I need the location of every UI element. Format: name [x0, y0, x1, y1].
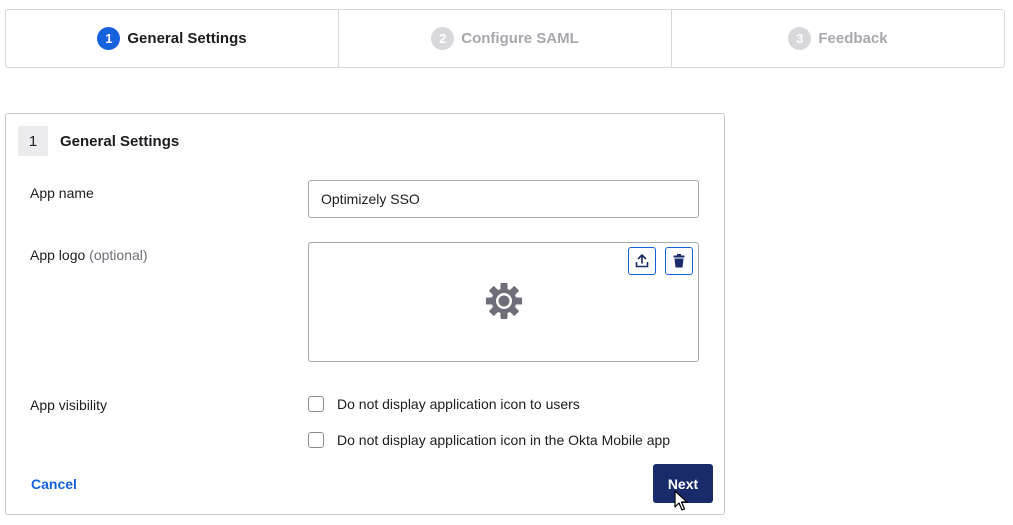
hide-icon-mobile-option[interactable]: Do not display application icon in the O…	[308, 432, 670, 448]
gear-icon	[486, 283, 522, 319]
card-header: 1 General Settings	[18, 126, 179, 156]
card-step-number: 1	[18, 126, 48, 156]
mouse-cursor-icon	[674, 490, 688, 511]
step-configure-saml[interactable]: 2 Configure SAML	[339, 10, 672, 67]
app-logo-dropzone[interactable]	[308, 242, 699, 362]
general-settings-card: 1 General Settings App name App logo (op…	[5, 113, 725, 515]
app-visibility-label: App visibility	[30, 397, 108, 413]
step-label: General Settings	[127, 30, 247, 47]
trash-icon	[673, 254, 685, 268]
step-label: Feedback	[818, 30, 888, 47]
cancel-button[interactable]: Cancel	[31, 476, 77, 492]
upload-icon	[635, 254, 649, 268]
step-number: 1	[97, 27, 121, 50]
hide-icon-users-label[interactable]: Do not display application icon to users	[337, 396, 580, 412]
hide-icon-mobile-label[interactable]: Do not display application icon in the O…	[337, 432, 670, 448]
hide-icon-mobile-checkbox[interactable]	[308, 432, 324, 448]
step-label: Configure SAML	[461, 30, 579, 47]
step-number: 3	[788, 27, 812, 50]
hide-icon-users-checkbox[interactable]	[308, 396, 324, 412]
upload-logo-button[interactable]	[628, 247, 656, 275]
app-name-label: App name	[30, 185, 94, 201]
delete-logo-button[interactable]	[665, 247, 693, 275]
optional-tag: (optional)	[89, 247, 148, 263]
app-logo-label-text: App logo	[30, 247, 86, 263]
wizard-stepper: 1 General Settings 2 Configure SAML 3 Fe…	[5, 9, 1005, 68]
step-feedback[interactable]: 3 Feedback	[672, 10, 1004, 67]
app-name-input[interactable]	[308, 180, 699, 218]
card-title: General Settings	[60, 132, 180, 150]
step-number: 2	[431, 27, 455, 50]
app-logo-label: App logo (optional)	[30, 247, 148, 263]
hide-icon-users-option[interactable]: Do not display application icon to users	[308, 396, 580, 412]
step-general-settings[interactable]: 1 General Settings	[6, 10, 339, 67]
